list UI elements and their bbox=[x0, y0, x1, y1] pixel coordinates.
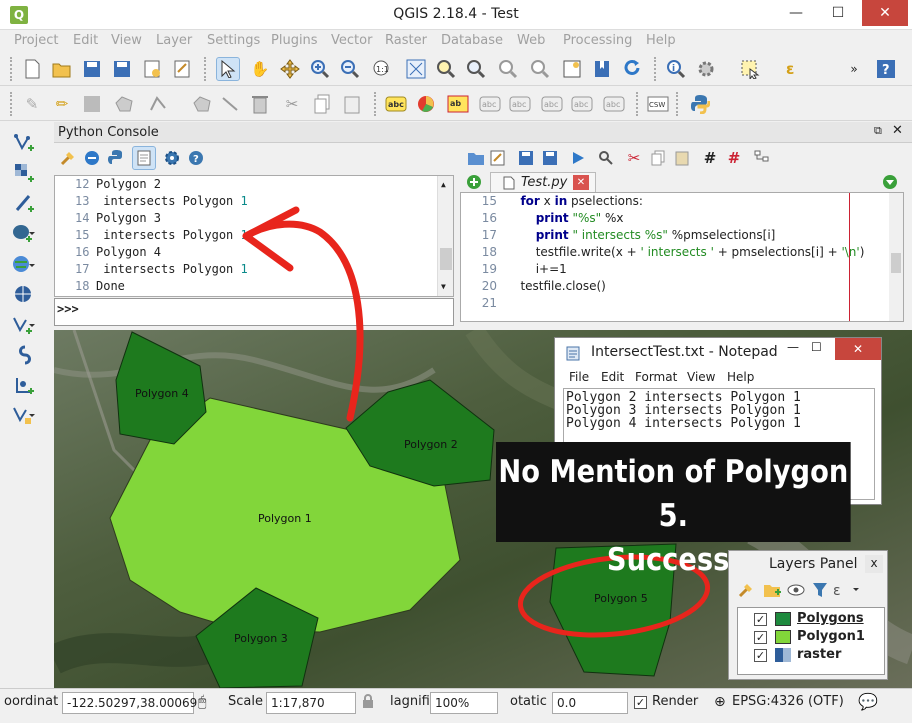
layer-tree: ✓ Polygons ✓ Polygon1 ✓ raster bbox=[737, 607, 885, 675]
annotation-callout: No Mention of Polygon 5. Success. bbox=[496, 442, 851, 578]
render-checkbox[interactable]: ✓ bbox=[634, 696, 647, 709]
layer-visibility-checkbox[interactable]: ✓ bbox=[754, 630, 767, 644]
render-label: Render bbox=[652, 694, 699, 709]
scale-label: Scale bbox=[228, 694, 263, 709]
open-layer-styling-icon[interactable] bbox=[737, 581, 755, 602]
polygon-4-label: Polygon 4 bbox=[135, 387, 189, 400]
polygon-3-label: Polygon 3 bbox=[234, 632, 288, 645]
magnifier-spinbox[interactable]: 100% bbox=[430, 692, 498, 714]
annotation-arrow bbox=[242, 220, 364, 422]
layer-name: raster bbox=[797, 647, 842, 662]
polygon-2-label: Polygon 2 bbox=[404, 438, 458, 451]
filter-by-expression-icon[interactable]: ε bbox=[833, 581, 859, 602]
layer-item-polygon1[interactable]: ✓ Polygon1 bbox=[738, 628, 884, 646]
layer-symbol bbox=[775, 630, 791, 644]
raster-layer-icon bbox=[775, 648, 791, 662]
filter-legend-icon[interactable] bbox=[811, 581, 829, 602]
scale-combobox[interactable]: 1:17,870 bbox=[266, 692, 356, 714]
layers-panel: Layers Panel x ε ✓ Polygons ✓ Polygon1 ✓… bbox=[728, 550, 888, 680]
coordinate-label: oordinat bbox=[4, 694, 59, 709]
layer-name: Polygons bbox=[797, 611, 864, 626]
layer-visibility-checkbox[interactable]: ✓ bbox=[754, 612, 767, 626]
rotation-label: otatic bbox=[510, 694, 547, 709]
layer-symbol bbox=[775, 612, 791, 626]
crs-icon[interactable]: ⊕ bbox=[714, 694, 726, 710]
layer-item-raster[interactable]: ✓ raster bbox=[738, 646, 884, 664]
svg-text:ε: ε bbox=[833, 583, 841, 599]
crs-status[interactable]: EPSG:4326 (OTF) bbox=[732, 694, 844, 709]
layers-panel-close-button[interactable]: x bbox=[865, 555, 883, 573]
polygon-1-label: Polygon 1 bbox=[258, 512, 312, 525]
layer-item-polygons[interactable]: ✓ Polygons bbox=[738, 610, 884, 628]
layers-panel-title: Layers Panel bbox=[769, 556, 858, 572]
layer-visibility-checkbox[interactable]: ✓ bbox=[754, 648, 767, 662]
messages-icon[interactable]: 💬 bbox=[858, 692, 878, 711]
toggle-extents-icon[interactable]: 🖱 bbox=[198, 694, 206, 710]
layer-name: Polygon1 bbox=[797, 629, 865, 644]
annotation-arrowhead bbox=[242, 206, 300, 272]
polygon-5-label: Polygon 5 bbox=[594, 592, 648, 605]
add-group-icon[interactable] bbox=[763, 581, 781, 602]
visibility-eye-icon[interactable] bbox=[787, 581, 805, 602]
lock-scale-icon[interactable] bbox=[362, 694, 374, 711]
callout-line-1: No Mention of Polygon 5. bbox=[498, 454, 849, 534]
coordinate-field[interactable]: -122.50297,38.00069 bbox=[62, 692, 197, 714]
rotation-spinbox[interactable]: 0.0 bbox=[552, 692, 628, 714]
